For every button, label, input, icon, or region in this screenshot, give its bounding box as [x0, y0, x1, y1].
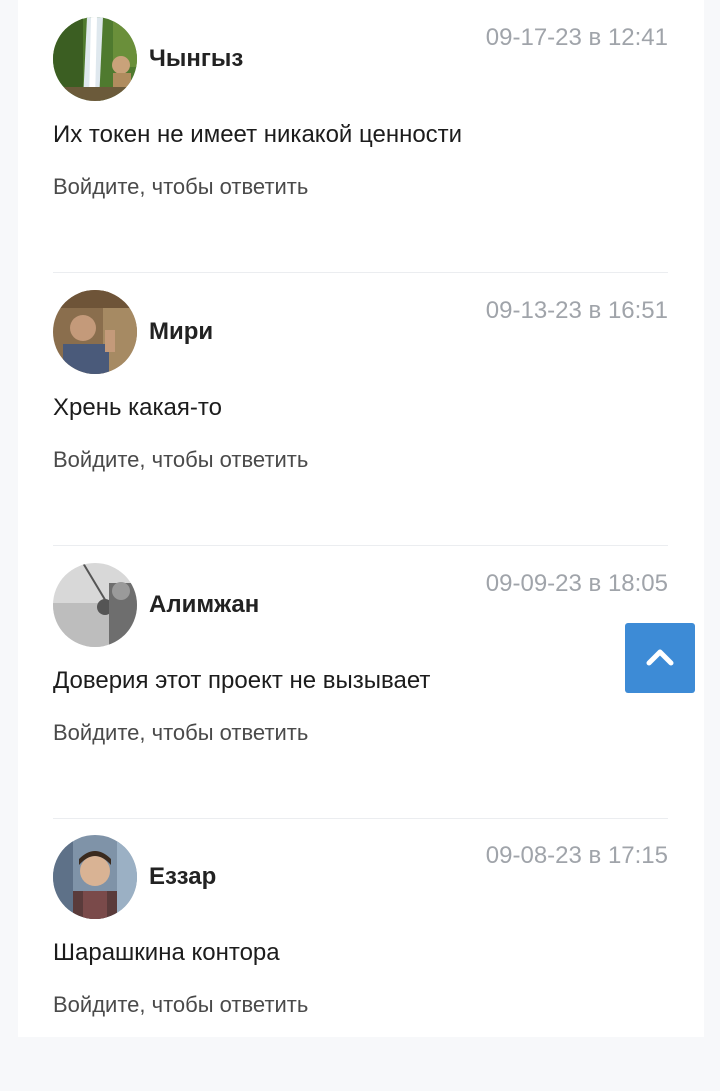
- login-to-reply-link[interactable]: Войдите, чтобы ответить: [53, 447, 308, 473]
- login-to-reply-link[interactable]: Войдите, чтобы ответить: [53, 720, 308, 746]
- comment-date: 09-13-23 в 16:51: [485, 297, 668, 324]
- comment-text: Шарашкина контора: [53, 939, 280, 966]
- comment-date: 09-09-23 в 18:05: [485, 570, 668, 597]
- comment-date: 09-17-23 в 12:41: [485, 24, 668, 51]
- comment-text: Доверия этот проект не вызывает: [53, 667, 431, 694]
- comment-date: 09-08-23 в 17:15: [485, 842, 668, 869]
- scroll-to-top-button[interactable]: [625, 623, 695, 693]
- author-name: Алимжан: [149, 591, 260, 618]
- avatar: [53, 563, 137, 647]
- login-to-reply-link[interactable]: Войдите, чтобы ответить: [53, 174, 308, 200]
- comment-item: Чынгыз 09-17-23 в 12:41 Их токен не имее…: [53, 0, 668, 273]
- avatar: [53, 835, 137, 919]
- author-name: Мири: [149, 318, 214, 345]
- comment-text: Хрень какая-то: [53, 394, 222, 421]
- comment-text: Их токен не имеет никакой ценности: [53, 121, 463, 148]
- chevron-up-icon: [645, 646, 675, 671]
- avatar: [53, 290, 137, 374]
- comment-item: Мири 09-13-23 в 16:51 Хрень какая-то Вой…: [53, 273, 668, 546]
- comment-item: Еззар 09-08-23 в 17:15 Шарашкина контора…: [53, 818, 668, 1091]
- author-name: Еззар: [149, 863, 217, 890]
- comments-panel: Чынгыз 09-17-23 в 12:41 Их токен не имее…: [18, 0, 704, 1037]
- login-to-reply-link[interactable]: Войдите, чтобы ответить: [53, 992, 308, 1018]
- comment-item: Алимжан 09-09-23 в 18:05 Доверия этот пр…: [53, 546, 668, 819]
- author-name: Чынгыз: [149, 45, 244, 72]
- avatar: [53, 17, 137, 101]
